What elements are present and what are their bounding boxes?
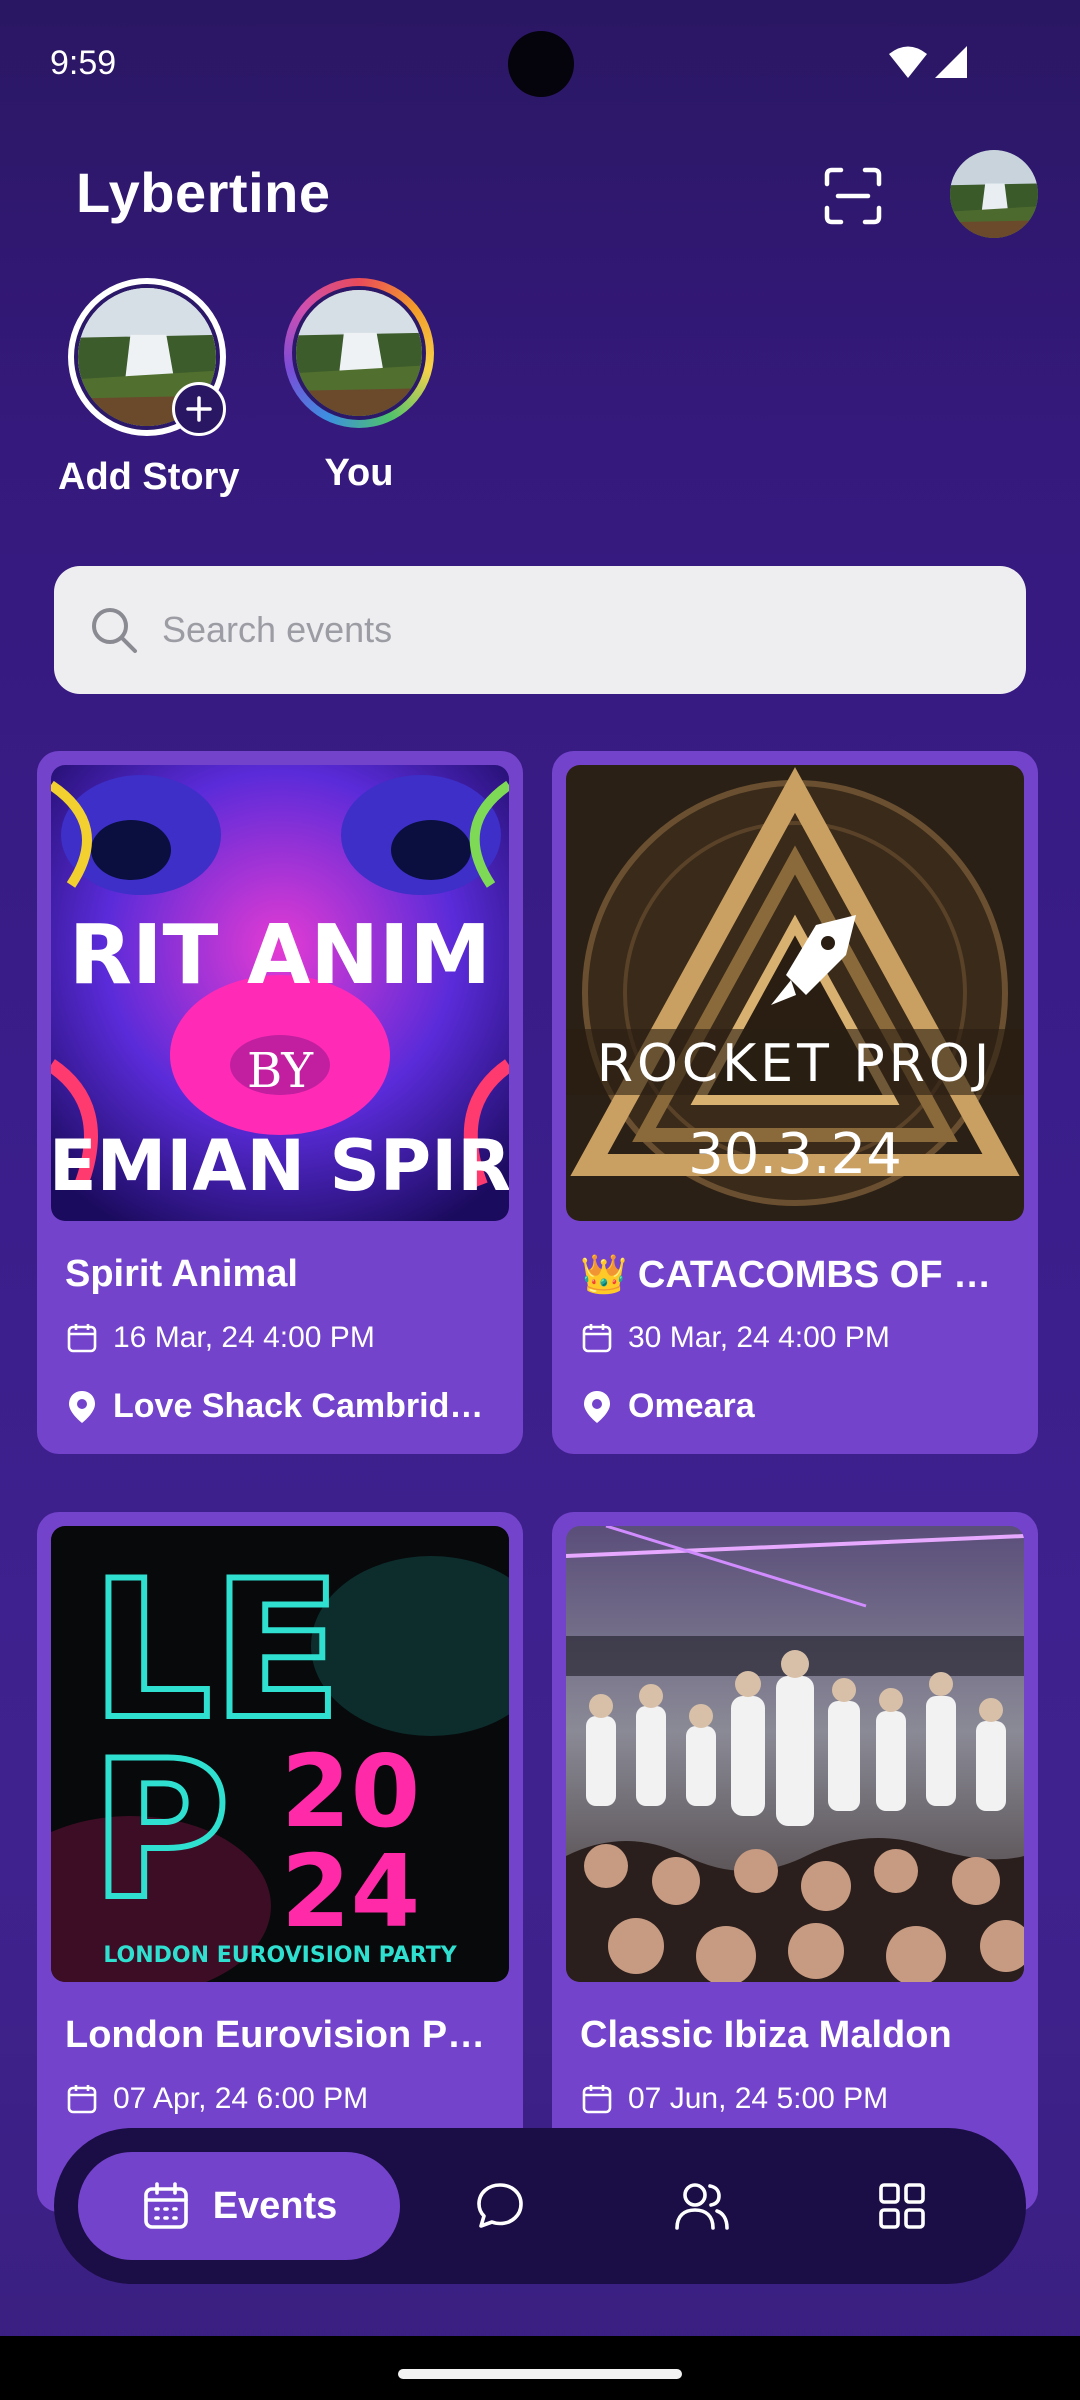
- poster-text-line-2: 30.3.24: [688, 1122, 902, 1187]
- grid-icon: [879, 2183, 925, 2229]
- wifi-icon: [889, 46, 927, 78]
- event-date: 16 Mar, 24 4:00 PM: [113, 1321, 375, 1354]
- poster-text-line-1: RIT ANIM: [69, 908, 491, 1003]
- event-date-row: 07 Apr, 24 6:00 PM: [65, 2082, 505, 2116]
- poster-text-line-2: BY: [247, 1043, 314, 1099]
- poster-text-line-3: EMIAN SPIR: [51, 1125, 509, 1207]
- event-venue: Love Shack Cambridge...: [113, 1387, 503, 1425]
- nav-tab-people[interactable]: [662, 2166, 742, 2246]
- chat-icon: [477, 2183, 523, 2228]
- calendar-icon: [580, 2082, 614, 2116]
- system-gesture-bar: [0, 2336, 1080, 2400]
- bottom-nav: Events: [54, 2128, 1026, 2284]
- event-venue: Omeara: [628, 1387, 755, 1425]
- add-story-plus-button[interactable]: [172, 382, 226, 436]
- poster-text-line-2: P: [91, 1720, 230, 1941]
- events-icon: [143, 2182, 188, 2229]
- event-date: 30 Mar, 24 4:00 PM: [628, 1321, 890, 1354]
- nav-events-label: Events: [212, 2184, 338, 2227]
- avatar-waterfall-image: [950, 150, 1038, 238]
- home-gesture-handle[interactable]: [398, 2369, 682, 2379]
- nav-tab-events[interactable]: Events: [78, 2152, 400, 2260]
- location-pin-icon: [65, 1390, 99, 1424]
- story-you-image: [292, 286, 426, 420]
- nav-tab-chat[interactable]: [460, 2166, 540, 2246]
- event-title: London Eurovision Pa...: [65, 2014, 495, 2056]
- event-card-spirit-animal[interactable]: RIT ANIM BY EMIAN SPIR Spirit Animal 16 …: [37, 751, 523, 1454]
- signal-icon: [935, 46, 967, 78]
- plus-icon: [186, 396, 212, 422]
- story-add-ring: [68, 278, 226, 436]
- location-pin-icon: [580, 1390, 614, 1424]
- poster-text-line-1: ROCKET PROJ: [597, 1034, 993, 1094]
- story-you[interactable]: You: [284, 278, 434, 495]
- event-poster-image: ROCKET PROJ 30.3.24: [566, 765, 1024, 1221]
- calendar-icon: [65, 1321, 99, 1355]
- event-title: Classic Ibiza Maldon: [580, 2014, 952, 2056]
- story-label-you: You: [324, 452, 394, 494]
- event-title: 👑 CATACOMBS OF C...: [580, 1254, 1010, 1296]
- event-card-london-eurovision[interactable]: LE P 20 24 LONDON EUROVISION PARTY Londo…: [37, 1512, 523, 2212]
- event-date-row: 16 Mar, 24 4:00 PM: [65, 1321, 505, 1355]
- event-title: Spirit Animal: [65, 1253, 298, 1295]
- story-add[interactable]: Add Story: [58, 278, 240, 499]
- event-date: 07 Apr, 24 6:00 PM: [113, 2082, 369, 2115]
- story-you-ring: [284, 278, 434, 428]
- event-date-row: 30 Mar, 24 4:00 PM: [580, 1321, 1020, 1355]
- event-poster-image: [566, 1526, 1024, 1982]
- event-venue-row: Love Shack Cambridge...: [65, 1387, 505, 1426]
- calendar-icon: [65, 2082, 99, 2116]
- calendar-icon: [580, 1321, 614, 1355]
- event-poster-image: RIT ANIM BY EMIAN SPIR: [51, 765, 509, 1221]
- event-venue-row: Omeara: [580, 1387, 1020, 1426]
- event-card-catacombs[interactable]: ROCKET PROJ 30.3.24 👑 CATACOMBS OF C... …: [552, 751, 1038, 1454]
- scan-icon: [824, 167, 882, 225]
- poster-text-line-5: LONDON EUROVISION PARTY: [103, 1943, 457, 1968]
- poster-text-line-4: 24: [281, 1833, 420, 1950]
- event-date-row: 07 Jun, 24 5:00 PM: [580, 2082, 1020, 2116]
- app-title: Lybertine: [76, 161, 331, 224]
- search-bar[interactable]: [54, 566, 1026, 694]
- event-date: 07 Jun, 24 5:00 PM: [628, 2082, 889, 2115]
- story-label-add: Add Story: [58, 456, 240, 498]
- profile-avatar[interactable]: [950, 150, 1038, 238]
- status-icons: [888, 45, 968, 79]
- nav-tab-menu[interactable]: [862, 2166, 942, 2246]
- camera-cutout: [508, 31, 574, 97]
- event-poster-image: LE P 20 24 LONDON EUROVISION PARTY: [51, 1526, 509, 1982]
- search-icon: [88, 604, 140, 656]
- scan-button[interactable]: [812, 158, 894, 234]
- status-time: 9:59: [50, 44, 117, 82]
- event-card-classic-ibiza[interactable]: Classic Ibiza Maldon 07 Jun, 24 5:00 PM: [552, 1512, 1038, 2212]
- status-bar: 9:59: [0, 0, 1080, 130]
- people-icon: [675, 2183, 729, 2230]
- search-input[interactable]: [160, 608, 984, 652]
